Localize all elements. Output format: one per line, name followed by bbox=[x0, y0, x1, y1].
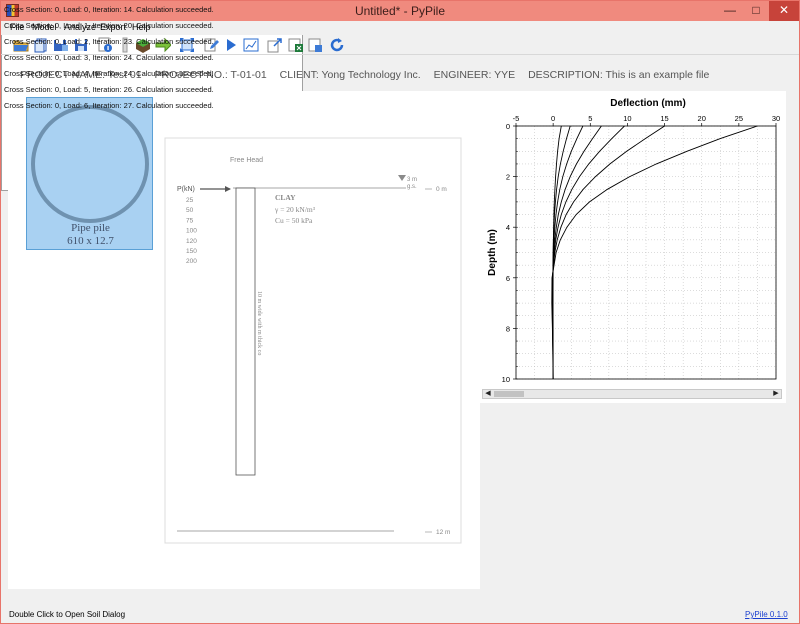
y-tick-label: 8 bbox=[506, 324, 510, 333]
close-button[interactable]: ✕ bbox=[769, 1, 799, 21]
y-tick-label: 10 bbox=[502, 375, 510, 384]
x-tick-label: 25 bbox=[735, 114, 743, 123]
log-line: Cross Section: 0, Load: 1, Iteration: 20… bbox=[4, 21, 214, 30]
top-depth-label: 0 m bbox=[436, 186, 447, 193]
chart-title: Deflection (mm) bbox=[610, 98, 686, 109]
scroll-left-arrow-icon[interactable]: ◀ bbox=[483, 389, 493, 399]
refresh-icon[interactable] bbox=[329, 37, 345, 53]
status-bar: Double Click to Open Soil Dialog PyPile … bbox=[1, 605, 799, 623]
y-tick-label: 2 bbox=[506, 173, 510, 182]
pile-vertical-label: 10 m wide with m thick co bbox=[256, 291, 262, 355]
soil-unit-weight-label: γ = 20 kN/m³ bbox=[274, 205, 316, 214]
water-level-label: 3 m bbox=[407, 177, 417, 183]
soil-cu-label: Cu = 50 kPa bbox=[275, 216, 313, 225]
soil-name-label: CLAY bbox=[275, 193, 296, 202]
y-tick-label: 0 bbox=[506, 122, 510, 131]
export-excel-icon[interactable] bbox=[287, 37, 303, 53]
version-link[interactable]: PyPile 0.1.0 bbox=[745, 610, 788, 619]
y-tick-label: 6 bbox=[506, 274, 510, 283]
ground-surface-label: g.s. bbox=[407, 184, 417, 190]
x-tick-label: 10 bbox=[623, 114, 631, 123]
project-engineer: ENGINEER: YYE bbox=[433, 69, 516, 81]
x-tick-label: 15 bbox=[660, 114, 668, 123]
scroll-thumb[interactable] bbox=[494, 391, 524, 397]
model-view-panel[interactable]: Free Head P(kN) 25 50 75 100 120 150 200 3 m g… bbox=[158, 91, 480, 589]
load-value: 200 bbox=[186, 258, 197, 265]
chart-horizontal-scrollbar[interactable]: ◀ ▶ bbox=[482, 389, 782, 399]
pile-shaft[interactable] bbox=[235, 187, 256, 476]
export-icon[interactable] bbox=[267, 37, 283, 53]
log-line: Cross Section: 0, Load: 4, Iteration: 24… bbox=[4, 69, 214, 78]
chart-icon[interactable] bbox=[243, 37, 259, 53]
load-value: 150 bbox=[186, 248, 197, 255]
head-condition-label: Free Head bbox=[230, 157, 263, 164]
x-tick-label: 0 bbox=[551, 114, 555, 123]
project-description: DESCRIPTION: This is an example file bbox=[528, 69, 710, 81]
deflection-series-line bbox=[551, 125, 665, 380]
load-header: P(kN) bbox=[177, 186, 195, 193]
run-icon[interactable] bbox=[223, 37, 239, 53]
log-line: Cross Section: 0, Load: 0, Iteration: 14… bbox=[4, 5, 214, 14]
x-tick-label: 30 bbox=[772, 114, 780, 123]
load-value: 50 bbox=[186, 207, 194, 214]
pile-type-label: Pipe pile bbox=[71, 222, 110, 234]
load-value: 25 bbox=[186, 197, 194, 204]
maximize-button[interactable]: □ bbox=[743, 1, 769, 21]
load-value: 100 bbox=[186, 228, 197, 235]
minimize-button[interactable]: — bbox=[717, 1, 743, 21]
log-line: Cross Section: 0, Load: 6, Iteration: 27… bbox=[4, 101, 214, 110]
status-hint: Double Click to Open Soil Dialog bbox=[9, 610, 126, 619]
log-line: Cross Section: 0, Load: 3, Iteration: 24… bbox=[4, 53, 214, 62]
app-window: Untitled* - PyPile — □ ✕ File Model Anal… bbox=[0, 0, 800, 624]
y-tick-label: 4 bbox=[506, 223, 510, 232]
scroll-right-arrow-icon[interactable]: ▶ bbox=[771, 389, 781, 399]
load-value: 120 bbox=[186, 238, 197, 245]
deflection-chart-panel: Deflection (mm) -5 0 5 10 15 20 25 30 0 2 4 6 8 10 Dept… bbox=[480, 91, 786, 403]
model-drawing[interactable]: Free Head P(kN) 25 50 75 100 120 150 200 3 m g… bbox=[158, 91, 480, 589]
pile-section-card[interactable]: Pipe pile 610 x 12.7 bbox=[26, 97, 153, 250]
project-client: CLIENT: Yong Technology Inc. bbox=[279, 69, 421, 81]
report-icon[interactable] bbox=[307, 37, 323, 53]
deflection-chart[interactable]: Deflection (mm)-5 0 5 10 15 20 25 300246810Dept… bbox=[480, 91, 786, 389]
pipe-section-circle bbox=[31, 105, 149, 223]
log-line: Cross Section: 0, Load: 5, Iteration: 26… bbox=[4, 85, 214, 94]
x-tick-label: -5 bbox=[513, 114, 520, 123]
y-axis-label: Depth (m) bbox=[487, 229, 498, 276]
log-line: Cross Section: 0, Load: 2, Iteration: 23… bbox=[4, 37, 214, 46]
bottom-depth-label: 12 m bbox=[436, 529, 450, 536]
x-tick-label: 5 bbox=[588, 114, 592, 123]
load-value: 75 bbox=[186, 217, 194, 224]
x-tick-label: 20 bbox=[698, 114, 706, 123]
pile-size-label: 610 x 12.7 bbox=[67, 235, 114, 247]
